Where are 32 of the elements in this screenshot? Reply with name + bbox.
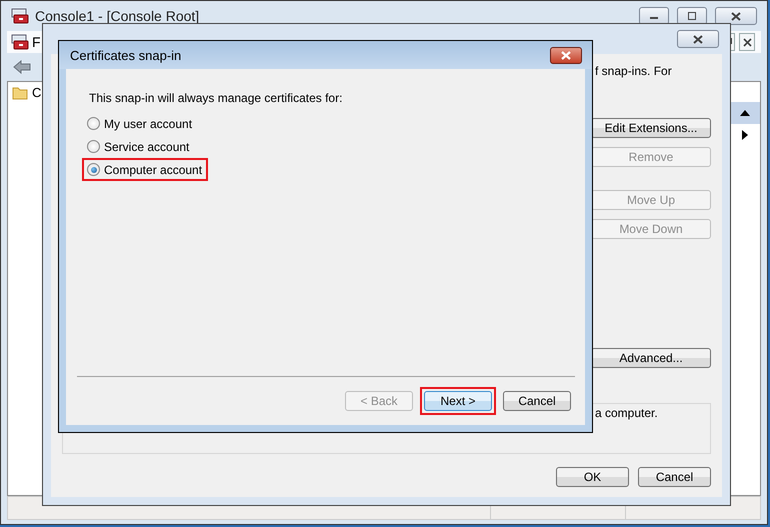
back-button[interactable] <box>13 60 31 74</box>
close-button[interactable] <box>550 46 582 64</box>
close-button[interactable] <box>715 7 757 25</box>
menu-item[interactable]: F <box>32 34 41 50</box>
dialog-button[interactable]: Cancel <box>638 467 711 487</box>
close-button[interactable] <box>677 30 719 48</box>
advanced-button[interactable]: Advanced... <box>591 348 711 368</box>
description-text: f snap-ins. For <box>595 64 673 78</box>
close-button[interactable] <box>739 33 755 51</box>
dialog-button[interactable]: Edit Extensions... <box>591 118 711 138</box>
close-icon <box>692 34 704 44</box>
close-icon <box>742 38 752 46</box>
dialog-button[interactable]: OK <box>556 467 629 487</box>
radio-option[interactable]: Service account <box>87 139 190 154</box>
close-icon <box>559 50 573 60</box>
radio-option[interactable]: Computer account <box>87 162 202 177</box>
expand-arrow-icon[interactable] <box>742 130 748 140</box>
maximize-icon <box>687 12 697 20</box>
description-text: a computer. <box>595 406 658 420</box>
radio-option[interactable]: My user account <box>87 116 192 131</box>
toolbox-icon <box>11 34 29 50</box>
toolbox-icon <box>11 8 29 24</box>
back-arrow-icon <box>13 60 31 74</box>
close-icon <box>730 12 742 20</box>
folder-icon <box>12 86 28 100</box>
dialog-title: Certificates snap-in <box>70 48 182 62</box>
window-title: Console1 - [Console Root] <box>35 8 200 24</box>
tree-item[interactable]: C <box>32 85 42 100</box>
dialog-button[interactable]: Next > <box>424 391 492 411</box>
prompt-text: This snap-in will always manage certificates for: <box>88 91 344 105</box>
collapse-arrow-icon[interactable] <box>740 110 750 116</box>
dialog-button[interactable]: Cancel <box>503 391 571 411</box>
